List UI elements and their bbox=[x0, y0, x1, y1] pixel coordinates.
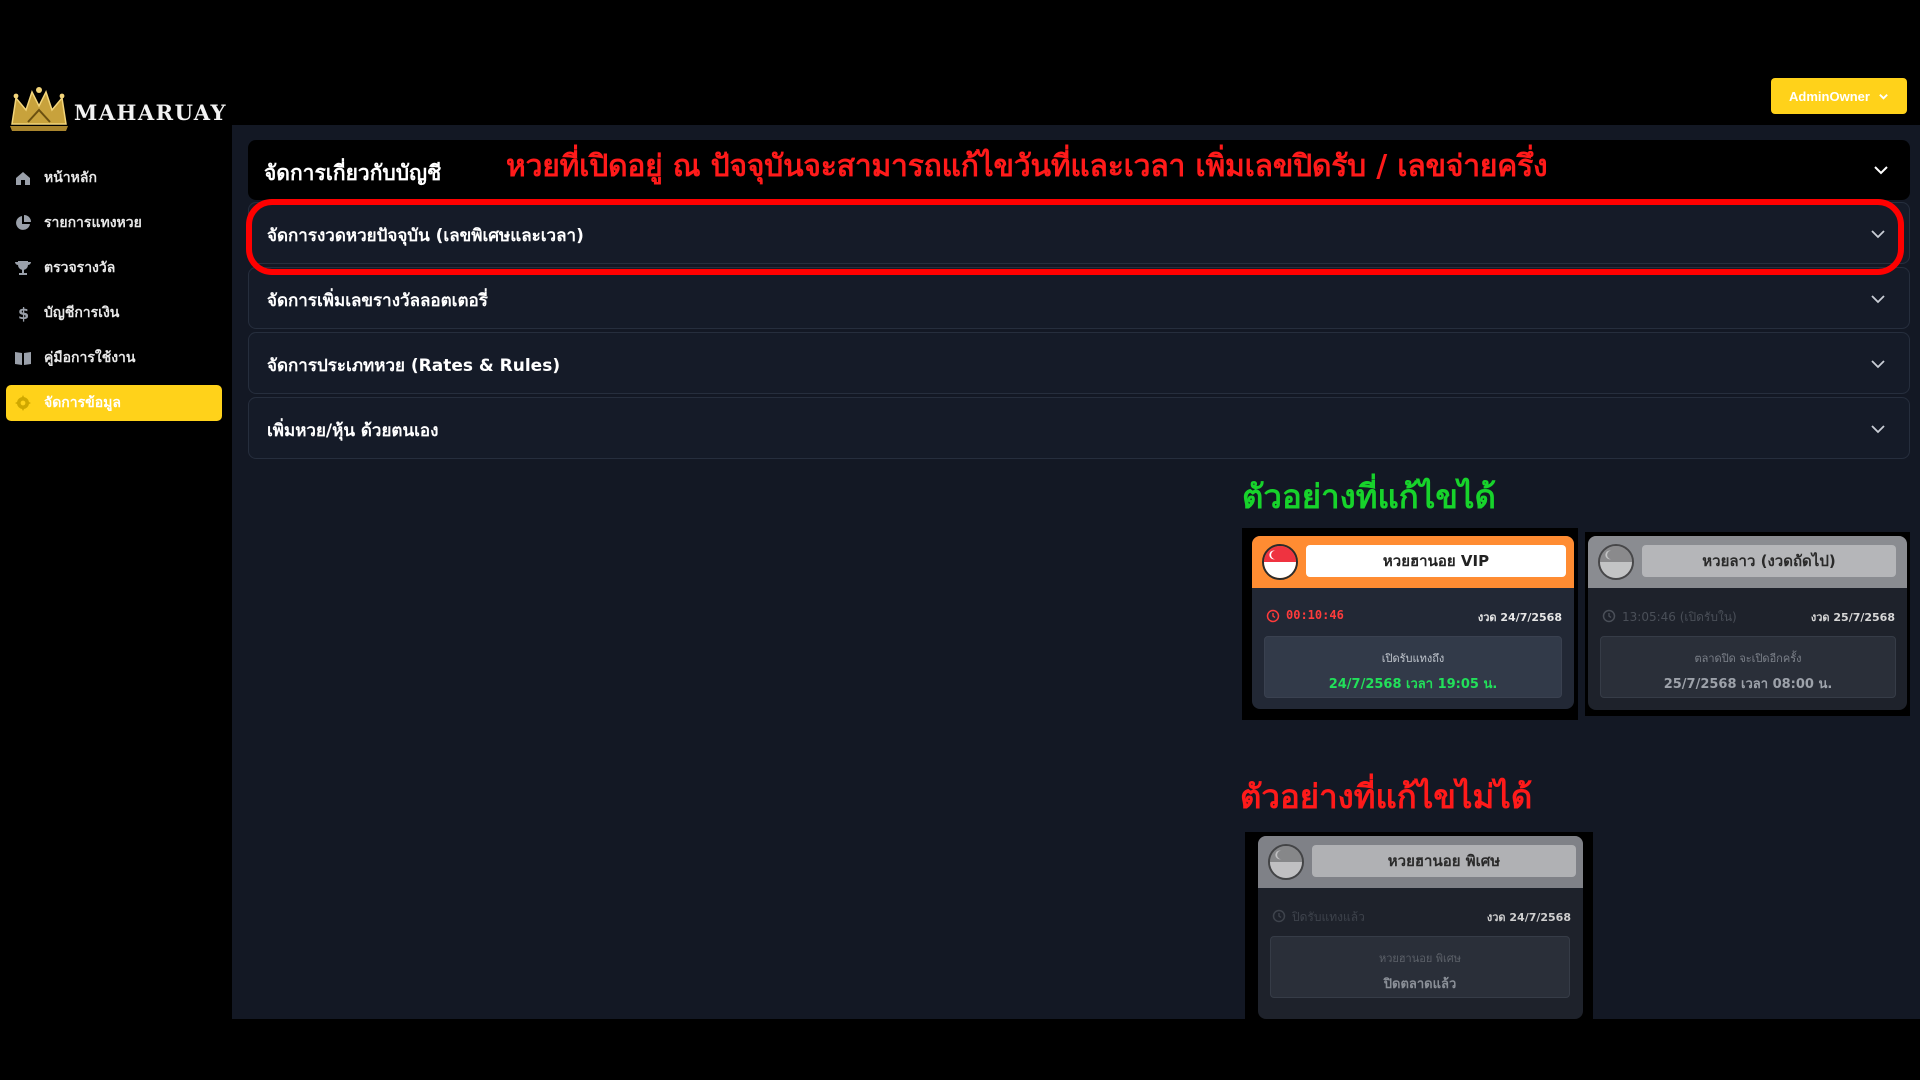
trophy-icon bbox=[12, 257, 34, 279]
round-date: งวด 25/7/2568 bbox=[1810, 611, 1895, 624]
sidebar-item-manual[interactable]: คู่มือการใช้งาน bbox=[6, 340, 222, 376]
editable-example-label: ตัวอย่างที่แก้ไขได้ bbox=[1242, 477, 1496, 516]
annotation-top: หวยที่เปิดอยู่ ณ ปัจจุบันจะสามารถแก้ไขวั… bbox=[506, 149, 1548, 184]
info-value: 24/7/2568 เวลา 19:05 น. bbox=[1328, 677, 1498, 692]
clock-icon bbox=[1602, 608, 1616, 623]
lottery-card-vip[interactable]: หวยฮานอย VIP 00:10:46 งวด 24/7/2568 เปิด… bbox=[1252, 536, 1574, 709]
svg-text:$: $ bbox=[18, 304, 29, 322]
chevron-down-icon bbox=[1879, 93, 1888, 100]
chevron-down-icon bbox=[1869, 420, 1887, 438]
lottery-name: หวยฮานอย พิเศษ bbox=[1312, 845, 1576, 877]
card-header: หวยลาว (งวดถัดไป) bbox=[1588, 536, 1907, 588]
info-box: หวยฮานอย พิเศษ ปิดตลาดแล้ว bbox=[1270, 936, 1570, 998]
app-screen: MAHARUAY AdminOwner หน้าหลัก รายการแทงหว… bbox=[0, 0, 1920, 1080]
user-name: AdminOwner bbox=[1789, 88, 1870, 104]
sidebar-item-finance[interactable]: $ บัญชีการเงิน bbox=[6, 295, 222, 331]
dollar-icon: $ bbox=[12, 302, 34, 324]
home-icon bbox=[12, 167, 34, 189]
lottery-card-lao[interactable]: หวยลาว (งวดถัดไป) 13:05:46 (เปิดรับใน) ง… bbox=[1588, 536, 1907, 710]
status-text: 13:05:46 (เปิดรับใน) bbox=[1622, 610, 1737, 624]
singapore-flag-icon bbox=[1598, 544, 1634, 580]
highlight-box bbox=[246, 199, 1904, 275]
sidebar-item-label: จัดการข้อมูล bbox=[44, 395, 121, 411]
accordion-row-label: จัดการเพิ่มเลขรางวัลลอตเตอรี่ bbox=[267, 291, 488, 311]
info-value: 25/7/2568 เวลา 08:00 น. bbox=[1663, 677, 1833, 692]
info-label: หวยฮานอย พิเศษ bbox=[1378, 952, 1462, 965]
info-label: ตลาดปิด จะเปิดอีกครั้ง bbox=[1694, 652, 1802, 665]
chevron-down-icon bbox=[1869, 290, 1887, 308]
card-frame: หวยฮานอย VIP 00:10:46 งวด 24/7/2568 เปิด… bbox=[1242, 528, 1578, 720]
clock-icon bbox=[1272, 908, 1286, 923]
singapore-flag-icon bbox=[1268, 844, 1304, 880]
accordion-row-lottery-numbers[interactable]: จัดการเพิ่มเลขรางวัลลอตเตอรี่ bbox=[248, 267, 1910, 329]
chevron-down-icon bbox=[1872, 161, 1890, 179]
sidebar-item-results[interactable]: ตรวจรางวัล bbox=[6, 250, 222, 286]
card-header: หวยฮานอย VIP bbox=[1252, 536, 1574, 588]
clock-icon bbox=[1266, 608, 1280, 623]
sidebar-item-data-management[interactable]: จัดการข้อมูล bbox=[6, 385, 222, 421]
sidebar-item-label: ตรวจรางวัล bbox=[44, 260, 116, 276]
countdown-timer: 00:10:46 bbox=[1286, 608, 1344, 622]
sidebar-item-bets[interactable]: รายการแทงหวย bbox=[6, 205, 222, 241]
accordion-row-label: เพิ่มหวย/หุ้น ด้วยตนเอง bbox=[267, 421, 439, 441]
sidebar-item-label: บัญชีการเงิน bbox=[44, 305, 120, 321]
sidebar-item-label: รายการแทงหวย bbox=[44, 215, 142, 231]
round-date: งวด 24/7/2568 bbox=[1486, 911, 1571, 924]
round-date: งวด 24/7/2568 bbox=[1477, 611, 1562, 624]
section-title: จัดการเกี่ยวกับบัญชี bbox=[264, 161, 442, 185]
not-editable-example-label: ตัวอย่างที่แก้ไขไม่ได้ bbox=[1240, 777, 1533, 816]
sidebar-item-home[interactable]: หน้าหลัก bbox=[6, 160, 222, 196]
brand-name: MAHARUAY bbox=[74, 99, 228, 125]
accordion-row-label: จัดการประเภทหวย (Rates & Rules) bbox=[267, 356, 561, 376]
lottery-card-special[interactable]: หวยฮานอย พิเศษ ปิดรับแทงแล้ว งวด 24/7/25… bbox=[1258, 836, 1583, 1019]
sidebar-item-label: คู่มือการใช้งาน bbox=[44, 350, 136, 366]
info-box: เปิดรับแทงถึง 24/7/2568 เวลา 19:05 น. bbox=[1264, 636, 1562, 698]
gear-icon bbox=[12, 392, 34, 414]
crown-logo-icon bbox=[10, 87, 68, 131]
info-value: ปิดตลาดแล้ว bbox=[1383, 977, 1457, 992]
lottery-name: หวยลาว (งวดถัดไป) bbox=[1642, 545, 1896, 577]
singapore-flag-icon bbox=[1262, 544, 1298, 580]
chevron-down-icon bbox=[1869, 355, 1887, 373]
accordion-row-lottery-types[interactable]: จัดการประเภทหวย (Rates & Rules) bbox=[248, 332, 1910, 394]
info-label: เปิดรับแทงถึง bbox=[1381, 652, 1445, 665]
card-header: หวยฮานอย พิเศษ bbox=[1258, 836, 1583, 888]
status-text: ปิดรับแทงแล้ว bbox=[1292, 910, 1365, 924]
card-frame: หวยฮานอย พิเศษ ปิดรับแทงแล้ว งวด 24/7/25… bbox=[1245, 832, 1593, 1019]
card-frame: หวยลาว (งวดถัดไป) 13:05:46 (เปิดรับใน) ง… bbox=[1585, 532, 1910, 716]
lottery-name: หวยฮานอย VIP bbox=[1306, 545, 1566, 577]
accordion-row-add-lottery[interactable]: เพิ่มหวย/หุ้น ด้วยตนเอง bbox=[248, 397, 1910, 459]
info-box: ตลาดปิด จะเปิดอีกครั้ง 25/7/2568 เวลา 08… bbox=[1600, 636, 1896, 698]
user-menu-button[interactable]: AdminOwner bbox=[1771, 78, 1907, 114]
sidebar-item-label: หน้าหลัก bbox=[44, 170, 97, 186]
brand-logo[interactable]: MAHARUAY bbox=[6, 82, 227, 134]
pie-chart-icon bbox=[12, 212, 34, 234]
book-icon bbox=[12, 347, 34, 369]
